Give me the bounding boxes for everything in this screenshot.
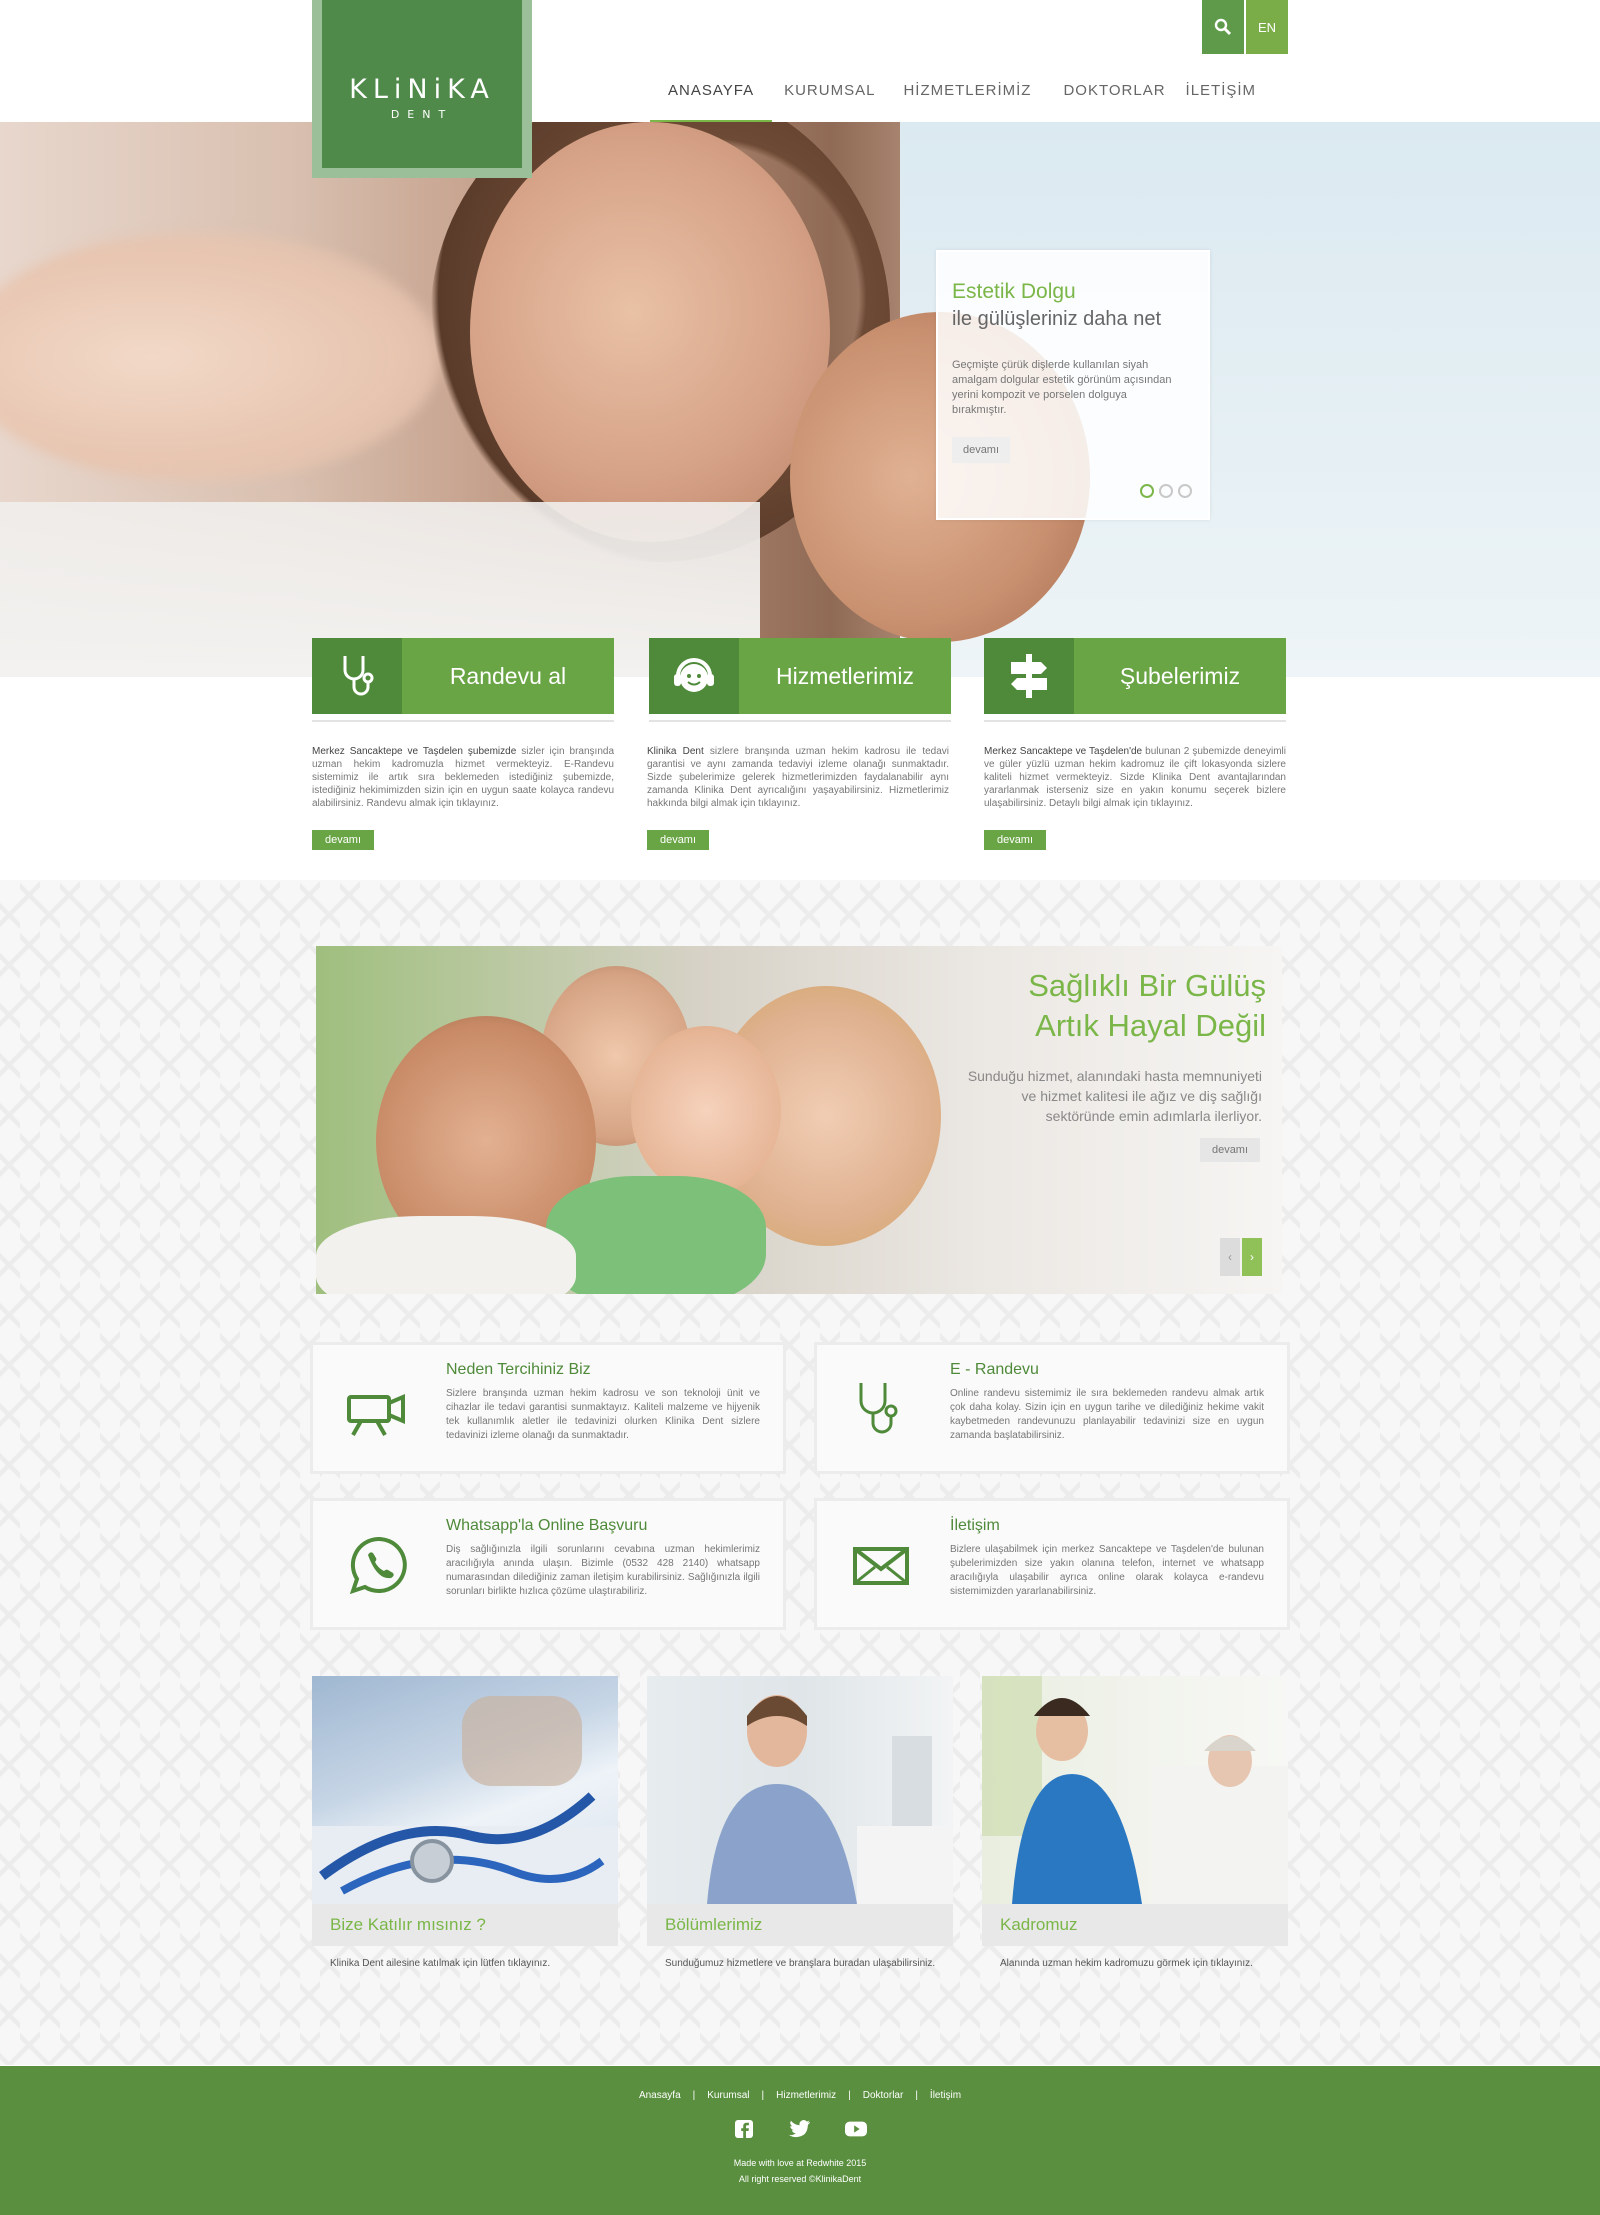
- twitter-icon[interactable]: [789, 2118, 811, 2140]
- hero-title: Estetik Dolgu: [952, 280, 1076, 303]
- banner-title-line2: Artık Hayal Değil: [1035, 1008, 1266, 1043]
- appointment-text: Merkez Sancaktepe ve Taşdelen şubemizde …: [312, 745, 614, 810]
- youtube-icon[interactable]: [845, 2118, 867, 2140]
- feature-title: Neden Tercihiniz Biz: [446, 1361, 591, 1378]
- card-description: Klinika Dent ailesine katılmak için lütf…: [330, 1958, 551, 1969]
- whatsapp-icon: [343, 1531, 413, 1601]
- stethoscope-icon: [312, 638, 402, 714]
- stethoscope-photo: [312, 1676, 618, 1904]
- services-label: Hizmetlerimiz: [776, 662, 914, 689]
- hero-text: Geçmişte çürük dişlerde kullanılan siyah…: [952, 359, 1172, 416]
- envelope-icon: [847, 1531, 917, 1601]
- branches-box[interactable]: Şubelerimiz: [984, 638, 1286, 714]
- footer: Anasayfa | Kurumsal | Hizmetlerimiz | Do…: [0, 2066, 1600, 2215]
- feature-title: Whatsapp'la Online Başvuru: [446, 1517, 648, 1534]
- feature-card-contact[interactable]: İletişim Bizlere ulaşabilmek için merkez…: [814, 1498, 1290, 1630]
- search-icon: [1214, 18, 1232, 36]
- slider-dot-3[interactable]: [1178, 484, 1192, 498]
- feature-text: Sizlere branşında uzman hekim kadrosu ve…: [446, 1388, 760, 1441]
- feature-card-e-appointment[interactable]: E - Randevu Online randevu sistemimiz il…: [814, 1342, 1290, 1474]
- family-banner: Sağlıklı Bir Gülüş Artık Hayal Değil Sun…: [316, 946, 1282, 1294]
- services-text: Klinika Dent sizlere branşında uzman hek…: [647, 745, 949, 810]
- footer-copyright: All right reserved ©KlinikaDent: [738, 2174, 862, 2184]
- branches-text: Merkez Sancaktepe ve Taşdelen'de bulunan…: [984, 745, 1286, 810]
- feature-text: Bizlere ulaşabilmek için merkez Sancakte…: [950, 1544, 1264, 1597]
- branches-label: Şubelerimiz: [1119, 662, 1241, 689]
- footer-link-anasayfa[interactable]: Anasayfa: [639, 2090, 681, 2101]
- hero-more-button[interactable]: devamı: [952, 437, 1010, 463]
- appointment-text-lead: Merkez Sancaktepe ve Taşdelen şubemizde: [312, 746, 517, 757]
- logo-main-text: KLiNiKA: [349, 74, 495, 105]
- appointment-label: Randevu al: [449, 662, 567, 689]
- banner-more-button[interactable]: devamı: [1200, 1138, 1260, 1162]
- banner-prev-button[interactable]: ‹: [1220, 1238, 1240, 1276]
- nav-anasayfa[interactable]: ANASAYFA: [650, 82, 773, 123]
- card-staff[interactable]: Kadromuz Alanında uzman hekim kadromuzu …: [982, 1676, 1288, 1969]
- footer-made-with: Made with love at Redwhite 2015: [733, 2158, 867, 2168]
- language-button[interactable]: EN: [1246, 0, 1288, 54]
- divider: [312, 720, 614, 722]
- logo-sub-text: DENT: [390, 108, 454, 121]
- nav-hizmetlerimiz[interactable]: HİZMETLERİMİZ: [903, 82, 1031, 120]
- feature-title: İletişim: [950, 1517, 1000, 1534]
- services-text-lead: Klinika Dent: [647, 746, 704, 757]
- card-description: Alanında uzman hekim kadromuzu görmek iç…: [1000, 1958, 1253, 1969]
- nav-doktorlar[interactable]: DOKTORLAR: [1063, 82, 1165, 120]
- nurse-photo: [647, 1676, 953, 1904]
- footer-link-doktorlar[interactable]: Doktorlar: [863, 2090, 904, 2101]
- card-caption: Kadromuz: [982, 1904, 1288, 1946]
- banner-next-button[interactable]: ›: [1242, 1238, 1262, 1276]
- footer-separator: |: [848, 2090, 851, 2101]
- feature-text: Online randevu sistemimiz ile sıra bekle…: [950, 1388, 1264, 1441]
- slider-dot-2[interactable]: [1159, 484, 1173, 498]
- feature-card-why-us[interactable]: Neden Tercihiniz Biz Sizlere branşında u…: [310, 1342, 786, 1474]
- appointment-box[interactable]: Randevu al: [312, 638, 614, 714]
- logo-panel: KLiNiKA DENT: [322, 0, 522, 168]
- hero-caption-box: Estetik Dolgu ile gülüşleriniz daha net …: [936, 250, 1210, 520]
- card-description: Sunduğumuz hizmetlere ve branşlara burad…: [665, 1958, 936, 1969]
- slider-dot-1[interactable]: [1140, 484, 1154, 498]
- video-camera-icon: [343, 1375, 413, 1445]
- card-departments[interactable]: Bölümlerimiz Sunduğumuz hizmetlere ve br…: [647, 1676, 953, 1969]
- banner-text: Sunduğu hizmet, alanındaki hasta memnuni…: [967, 1068, 1262, 1124]
- hero-subtitle: ile gülüşleriniz daha net: [952, 308, 1162, 330]
- card-caption: Bize Katılır mısınız ?: [312, 1904, 618, 1946]
- branches-text-lead: Merkez Sancaktepe ve Taşdelen'de: [984, 746, 1143, 757]
- appointment-more-button[interactable]: devamı: [312, 830, 374, 850]
- divider: [984, 720, 1286, 722]
- stethoscope-icon: [847, 1375, 917, 1445]
- feature-card-whatsapp[interactable]: Whatsapp'la Online Başvuru Diş sağlığını…: [310, 1498, 786, 1630]
- card-caption: Bölümlerimiz: [647, 1904, 953, 1946]
- facebook-icon[interactable]: [733, 2118, 755, 2140]
- footer-separator: |: [761, 2090, 765, 2101]
- nav-kurumsal[interactable]: KURUMSAL: [784, 82, 875, 120]
- services-more-button[interactable]: devamı: [647, 830, 709, 850]
- main-nav: ANASAYFA KURUMSAL HİZMETLERİMİZ DOKTORLA…: [650, 82, 1257, 123]
- hero-slider: [0, 122, 1600, 677]
- divider: [649, 720, 951, 722]
- footer-link-hizmetlerimiz[interactable]: Hizmetlerimiz: [776, 2090, 836, 2101]
- footer-separator: |: [915, 2090, 918, 2101]
- footer-separator: |: [692, 2090, 696, 2101]
- nav-iletisim[interactable]: İLETİŞİM: [1186, 82, 1257, 120]
- feature-title: E - Randevu: [950, 1361, 1039, 1378]
- card-join-us[interactable]: Bize Katılır mısınız ? Klinika Dent aile…: [312, 1676, 618, 1969]
- services-box[interactable]: Hizmetlerimiz: [649, 638, 951, 714]
- footer-link-iletisim[interactable]: İletişim: [930, 2090, 961, 2101]
- logo[interactable]: KLiNiKA DENT: [312, 0, 532, 178]
- footer-link-kurumsal[interactable]: Kurumsal: [707, 2090, 749, 2101]
- social-icons: [0, 2118, 1600, 2140]
- banner-title-line1: Sağlıklı Bir Gülüş: [1028, 968, 1266, 1003]
- doctor-patient-photo: [982, 1676, 1288, 1904]
- feature-text: Diş sağlığınızla ilgili sorunlarını ceva…: [446, 1544, 760, 1597]
- signpost-icon: [984, 638, 1074, 714]
- headset-icon: [649, 638, 739, 714]
- footer-links: Anasayfa | Kurumsal | Hizmetlerimiz | Do…: [0, 2090, 1600, 2101]
- branches-more-button[interactable]: devamı: [984, 830, 1046, 850]
- search-button[interactable]: [1202, 0, 1244, 54]
